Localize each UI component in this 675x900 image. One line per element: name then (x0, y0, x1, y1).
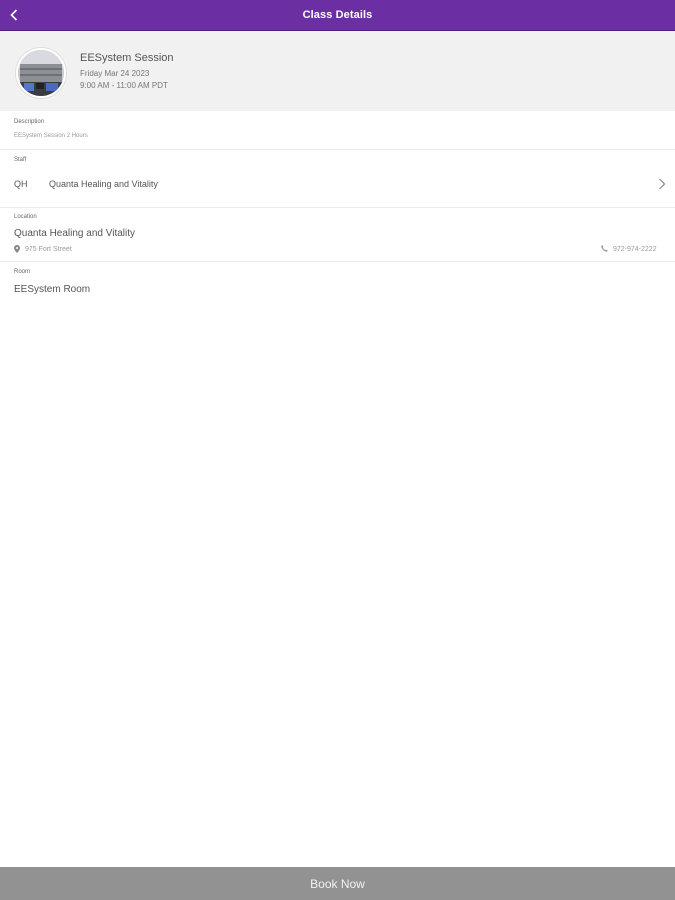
description-label: Description (14, 119, 45, 125)
class-time: 9:00 AM - 11:00 AM PDT (80, 81, 168, 90)
book-now-button[interactable]: Book Now (0, 867, 675, 900)
class-name: EESystem Session (80, 52, 174, 64)
location-name[interactable]: Quanta Healing and Vitality (14, 228, 135, 239)
top-bar: Class Details (0, 0, 675, 31)
phone-icon (601, 245, 608, 252)
location-address[interactable]: 975 Fort Street (25, 246, 72, 253)
class-photo (18, 50, 64, 96)
location-phone[interactable]: 972-974-2222 (613, 246, 657, 253)
staff-name: Quanta Healing and Vitality (49, 179, 158, 189)
room-name: EESystem Room (14, 284, 91, 295)
class-header: EESystem Session Friday Mar 24 2023 9:00… (0, 31, 675, 111)
description-text: EESystem Session 2 Hours (14, 133, 88, 139)
class-avatar (16, 48, 66, 98)
location-section: Location Quanta Healing and Vitality 975… (0, 208, 675, 262)
location-label: Location (14, 214, 37, 220)
page-title: Class Details (302, 9, 373, 21)
map-pin-icon (14, 245, 20, 253)
room-label: Room (14, 269, 31, 275)
class-date: Friday Mar 24 2023 (80, 69, 150, 78)
staff-label: Staff (14, 157, 27, 163)
description-section: Description EESystem Session 2 Hours (0, 111, 675, 150)
staff-initials: QH (14, 179, 28, 189)
room-section: Room EESystem Room (0, 262, 675, 302)
chevron-right-icon (659, 178, 666, 190)
staff-row[interactable]: Staff QH Quanta Healing and Vitality (0, 150, 675, 208)
